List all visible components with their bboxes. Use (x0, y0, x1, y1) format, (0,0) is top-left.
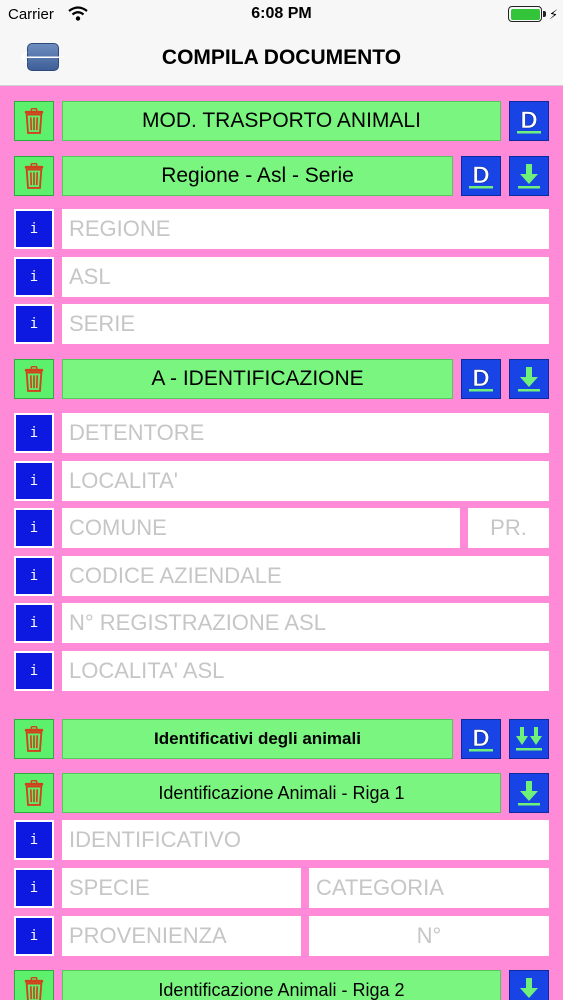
status-bar: Carrier 6:08 PM ⚡ (0, 0, 563, 30)
d-icon (466, 364, 496, 394)
identificativo-field[interactable] (62, 820, 549, 860)
section-header-identificativi[interactable]: Identificativi degli animali (62, 719, 453, 759)
info-button[interactable]: i (14, 413, 54, 453)
section-header-regione[interactable]: Regione - Asl - Serie (62, 156, 453, 196)
provincia-field[interactable] (468, 508, 549, 548)
download-button[interactable] (509, 359, 549, 399)
info-button[interactable]: i (14, 508, 54, 548)
trash-icon (23, 779, 45, 807)
navigation-bar: 🡐 COMPILA DOCUMENTO (0, 30, 563, 86)
serie-field[interactable] (62, 304, 549, 344)
numero-field[interactable] (309, 916, 549, 956)
download-arrow-icon (514, 975, 544, 1000)
section-header-identificazione[interactable]: A - IDENTIFICAZIONE (62, 359, 453, 399)
download-arrow-icon (514, 364, 544, 394)
default-button[interactable] (461, 359, 501, 399)
section-header-mod[interactable]: MOD. TRASPORTO ANIMALI (62, 101, 501, 141)
page-title: COMPILA DOCUMENTO (161, 46, 402, 69)
delete-section-button[interactable] (14, 719, 54, 759)
info-button[interactable]: i (14, 651, 54, 691)
localita-asl-field[interactable] (62, 651, 549, 691)
double-download-arrow-icon (514, 724, 544, 754)
battery-cap (543, 11, 546, 17)
trash-icon (23, 162, 45, 190)
info-button[interactable]: i (14, 603, 54, 643)
default-button[interactable] (461, 719, 501, 759)
download-button[interactable] (509, 156, 549, 196)
section-header-riga-1[interactable]: Identificazione Animali - Riga 1 (62, 773, 501, 813)
delete-row-button[interactable] (14, 773, 54, 813)
trash-icon (23, 365, 45, 393)
trash-icon (23, 725, 45, 753)
d-icon (466, 161, 496, 191)
charging-icon: ⚡ (549, 7, 559, 22)
section-header-riga-2[interactable]: Identificazione Animali - Riga 2 (62, 970, 501, 1000)
battery-icon (508, 6, 542, 22)
detentore-field[interactable] (62, 413, 549, 453)
download-arrow-icon (514, 161, 544, 191)
form-content[interactable]: MOD. TRASPORTO ANIMALI Regione - Asl - S… (0, 87, 563, 1000)
localita-field[interactable] (62, 461, 549, 501)
specie-field[interactable] (62, 868, 301, 908)
asl-field[interactable] (62, 257, 549, 297)
regione-field[interactable] (62, 209, 549, 249)
codice-aziendale-field[interactable] (62, 556, 549, 596)
provenienza-field[interactable] (62, 916, 301, 956)
d-icon (514, 106, 544, 136)
clock: 6:08 PM (251, 5, 312, 22)
download-arrow-icon (514, 778, 544, 808)
info-button[interactable]: i (14, 820, 54, 860)
delete-section-button[interactable] (14, 101, 54, 141)
d-icon (466, 724, 496, 754)
delete-row-button[interactable] (14, 970, 54, 1000)
default-button[interactable] (461, 156, 501, 196)
download-button[interactable] (509, 970, 549, 1000)
info-button[interactable]: i (14, 461, 54, 501)
info-button[interactable]: i (14, 868, 54, 908)
comune-field[interactable] (62, 508, 460, 548)
info-button[interactable]: i (14, 209, 54, 249)
categoria-field[interactable] (309, 868, 549, 908)
download-button[interactable] (509, 773, 549, 813)
default-button[interactable] (509, 101, 549, 141)
registrazione-asl-field[interactable] (62, 603, 549, 643)
info-button[interactable]: i (14, 916, 54, 956)
info-button[interactable]: i (14, 304, 54, 344)
download-all-button[interactable] (509, 719, 549, 759)
info-button[interactable]: i (14, 257, 54, 297)
trash-icon (23, 976, 45, 1000)
delete-section-button[interactable] (14, 156, 54, 196)
delete-section-button[interactable] (14, 359, 54, 399)
trash-icon (23, 107, 45, 135)
info-button[interactable]: i (14, 556, 54, 596)
